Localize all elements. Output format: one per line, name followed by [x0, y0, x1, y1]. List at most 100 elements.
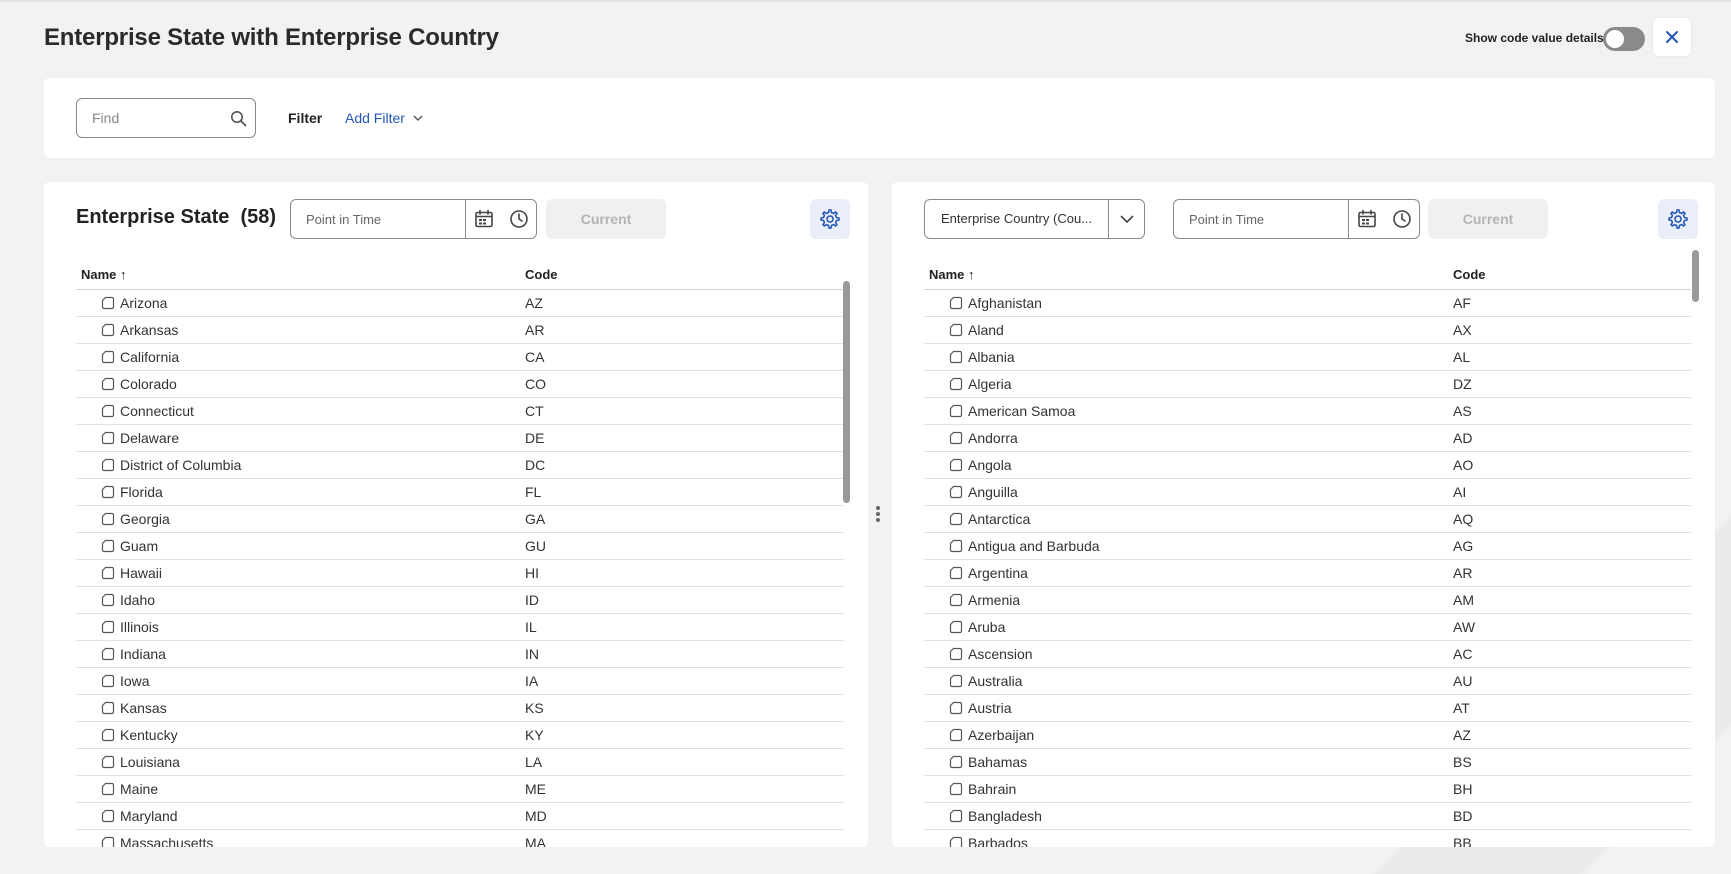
table-row[interactable]: California CA [76, 344, 844, 371]
table-row[interactable]: Hawaii HI [76, 560, 844, 587]
table-row[interactable]: Kentucky KY [76, 722, 844, 749]
table-row[interactable]: Argentina AR [924, 560, 1691, 587]
code-value-icon [101, 323, 115, 337]
name-column-header[interactable]: Name ↑ [929, 267, 975, 282]
table-row[interactable]: Kansas KS [76, 695, 844, 722]
code-value-icon [949, 674, 963, 688]
table-row[interactable]: Aland AX [924, 317, 1691, 344]
row-code: AD [1453, 430, 1473, 446]
table-row[interactable]: Guam GU [76, 533, 844, 560]
row-code: CT [525, 403, 544, 419]
table-row[interactable]: Maine ME [76, 776, 844, 803]
row-name: Idaho [120, 592, 156, 608]
table-row[interactable]: Aruba AW [924, 614, 1691, 641]
table-row[interactable]: Delaware DE [76, 425, 844, 452]
table-row[interactable]: Indiana IN [76, 641, 844, 668]
table-row[interactable]: Azerbaijan AZ [924, 722, 1691, 749]
code-value-icon [101, 539, 115, 553]
code-value-icon [101, 647, 115, 661]
current-button[interactable]: Current [1428, 199, 1548, 239]
vertical-scrollbar[interactable] [843, 281, 850, 503]
table-row[interactable]: Colorado CO [76, 371, 844, 398]
row-name: Delaware [120, 430, 180, 446]
find-input[interactable] [77, 99, 227, 137]
code-value-icon [949, 728, 963, 742]
table-row[interactable]: Andorra AD [924, 425, 1691, 452]
table-row[interactable]: Bahamas BS [924, 749, 1691, 776]
table-row[interactable]: Angola AO [924, 452, 1691, 479]
filter-label: Filter [288, 110, 323, 126]
table-row[interactable]: Maryland MD [76, 803, 844, 830]
row-code: MA [525, 835, 546, 847]
table-row[interactable]: Armenia AM [924, 587, 1691, 614]
table-header: Name ↑ Code [924, 258, 1691, 290]
top-border [0, 0, 1731, 2]
table-row[interactable]: Afghanistan AF [924, 290, 1691, 317]
row-code: AO [1453, 457, 1474, 473]
table-row[interactable]: Arkansas AR [76, 317, 844, 344]
point-in-time-input[interactable] [1174, 200, 1349, 238]
code-column-header[interactable]: Code [1453, 267, 1486, 282]
table-row[interactable]: Austria AT [924, 695, 1691, 722]
table-row[interactable]: Florida FL [76, 479, 844, 506]
code-value-icon [949, 296, 963, 310]
table-row[interactable]: Arizona AZ [76, 290, 844, 317]
row-name: Arkansas [120, 322, 179, 338]
row-code: CO [525, 376, 546, 392]
calendar-button[interactable] [466, 200, 501, 238]
row-name: Argentina [968, 565, 1028, 581]
table-row[interactable]: Antigua and Barbuda AG [924, 533, 1691, 560]
table-row[interactable]: Albania AL [924, 344, 1691, 371]
table-row[interactable]: Georgia GA [76, 506, 844, 533]
add-filter-dropdown[interactable]: Add Filter [345, 110, 423, 126]
row-name: Florida [120, 484, 163, 500]
table-row[interactable]: Australia AU [924, 668, 1691, 695]
table-row[interactable]: Anguilla AI [924, 479, 1691, 506]
calendar-button[interactable] [1349, 200, 1384, 238]
time-button[interactable] [501, 200, 536, 238]
row-code: AG [1453, 538, 1474, 554]
table-row[interactable]: Bahrain BH [924, 776, 1691, 803]
point-in-time-input[interactable] [291, 200, 466, 238]
relationship-selector[interactable]: Enterprise Country (Cou... [924, 199, 1145, 239]
row-code: FL [525, 484, 542, 500]
code-value-icon [101, 431, 115, 445]
code-value-icon [949, 377, 963, 391]
table-row[interactable]: Idaho ID [76, 587, 844, 614]
panel-splitter[interactable] [875, 506, 881, 524]
row-name: Australia [968, 673, 1023, 689]
close-button[interactable] [1653, 18, 1691, 56]
table-row[interactable]: Ascension AC [924, 641, 1691, 668]
name-column-header[interactable]: Name ↑ [81, 267, 127, 282]
time-button[interactable] [1384, 200, 1419, 238]
row-name: Illinois [120, 619, 159, 635]
code-value-icon [101, 350, 115, 364]
search-icon[interactable] [230, 110, 247, 127]
row-code: HI [525, 565, 539, 581]
table-row[interactable]: Algeria DZ [924, 371, 1691, 398]
settings-button[interactable] [810, 199, 850, 239]
table-row[interactable]: Antarctica AQ [924, 506, 1691, 533]
enterprise-country-panel: Enterprise Country (Cou... Current [892, 182, 1715, 847]
code-column-header[interactable]: Code [525, 267, 558, 282]
selector-chevron [1109, 200, 1144, 238]
table-row[interactable]: Bangladesh BD [924, 803, 1691, 830]
table-row[interactable]: Iowa IA [76, 668, 844, 695]
vertical-scrollbar[interactable] [1692, 250, 1699, 302]
row-code: AS [1453, 403, 1472, 419]
table-row[interactable]: District of Columbia DC [76, 452, 844, 479]
table-row[interactable]: Illinois IL [76, 614, 844, 641]
current-button[interactable]: Current [546, 199, 666, 239]
row-name: Ascension [968, 646, 1033, 662]
row-code: ID [525, 592, 539, 608]
code-value-icon [949, 431, 963, 445]
row-code: KY [525, 727, 544, 743]
table-row[interactable]: American Samoa AS [924, 398, 1691, 425]
code-details-toggle[interactable] [1603, 27, 1645, 51]
table-row[interactable]: Connecticut CT [76, 398, 844, 425]
table-row[interactable]: Massachusetts MA [76, 830, 844, 847]
table-row[interactable]: Louisiana LA [76, 749, 844, 776]
row-name: Kentucky [120, 727, 178, 743]
settings-button[interactable] [1658, 199, 1698, 239]
table-row[interactable]: Barbados BB [924, 830, 1691, 847]
